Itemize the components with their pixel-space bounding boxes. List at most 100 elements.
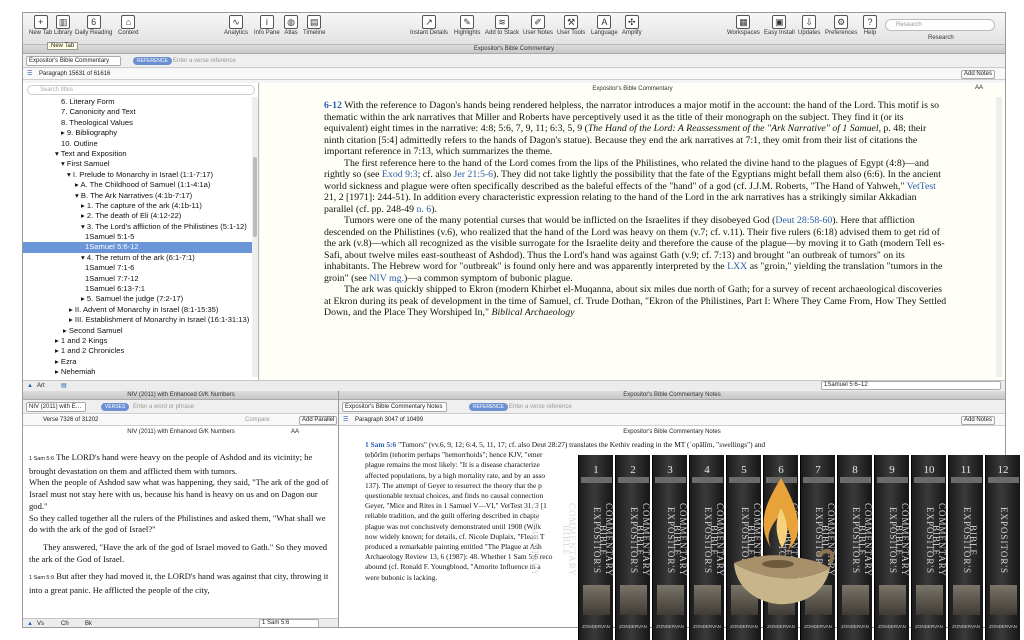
status-reference-field[interactable]: 1Samuel 5:6–12	[821, 381, 1001, 390]
lxx-link[interactable]: LXX	[727, 261, 747, 272]
toolbar-user-tools-button[interactable]: ⚒ User Tools	[557, 15, 585, 36]
top-reference-input[interactable]: Enter a verse reference	[173, 56, 953, 66]
publisher-label: ZONDERVAN	[619, 624, 647, 629]
toolbar-instant-details-button[interactable]: ↗ Instant Details	[410, 15, 448, 36]
reference-pill[interactable]: REFERENCE	[133, 57, 172, 65]
toolbar-atlas-button[interactable]: ◍ Atlas	[284, 15, 298, 36]
cover-image	[842, 585, 869, 615]
verse-nav-button[interactable]: Vs	[37, 619, 44, 627]
toolbar-new-tab-button[interactable]: + New Tab	[29, 15, 52, 36]
toc-item[interactable]: 8. Theological Values	[23, 118, 253, 128]
toc-item[interactable]: ▸ II. Advent of Monarchy in Israel (8:1-…	[23, 305, 253, 315]
toc-item[interactable]: ▸ A. The Childhood of Samuel (1:1-4:1a)	[23, 180, 253, 190]
toc-item[interactable]: ▸ III. Establishment of Monarchy in Isra…	[23, 315, 253, 325]
bible-search-input[interactable]: Enter a word or phrase	[133, 402, 194, 412]
volume-number: 1	[593, 464, 599, 476]
notes-module-select[interactable]: Expositor's Bible Commentary Notes	[342, 402, 447, 412]
verse-ref-label[interactable]: 1 Sam 5:6	[29, 456, 54, 462]
add-parallel-button[interactable]: Add Parallel	[299, 416, 338, 425]
bible-status-reference-field[interactable]: 1 Sam 5:6	[259, 619, 319, 627]
toolbar-add-to-stack-button[interactable]: ≋ Add to Stack	[485, 15, 519, 36]
toc-item[interactable]: ▸ Second Samuel	[23, 326, 253, 336]
toc-item[interactable]: ▾ B. The Ark Narratives (4:1b-7:17)	[23, 191, 253, 201]
toolbar-context-button[interactable]: ⌂ Context	[118, 15, 139, 36]
notes-add-notes-button[interactable]: Add Notes	[961, 416, 996, 425]
toolbar-amplify-button[interactable]: ✣ Amplify	[622, 15, 642, 36]
bible-search-bar: NIV (2011) with E… VERSES Enter a word o…	[23, 400, 338, 414]
nav-up-icon[interactable]: ▲	[27, 619, 33, 627]
toolbar-highlights-button[interactable]: ✎ Highlights	[454, 15, 480, 36]
top-status-bar: ▲ Art ▤ 1Samuel 5:6–12	[23, 380, 1005, 391]
bookmark-icon[interactable]: ▤	[61, 381, 67, 391]
verse-ref-label[interactable]: 1 Sam 5:9	[29, 575, 54, 581]
toolbar-analytics-button[interactable]: ∿ Analytics	[224, 15, 248, 36]
note-link[interactable]: n. 6	[417, 204, 432, 215]
notes-reference-pill[interactable]: REFERENCE	[469, 403, 508, 411]
toc-item[interactable]: 7. Canonicity and Text	[23, 107, 253, 117]
toc-item[interactable]: ▸ 1 and 2 Chronicles	[23, 346, 253, 356]
toolbar-timeline-button[interactable]: ▤ Timeline	[303, 15, 325, 36]
chapter-nav-button[interactable]: Ch	[61, 619, 69, 627]
toc-item[interactable]: 1Samuel 6:13-7:1	[23, 284, 253, 294]
bible-module-select[interactable]: NIV (2011) with E…	[26, 402, 86, 412]
toolbar-updates-button[interactable]: ⇩ Updates	[798, 15, 820, 36]
art-label[interactable]: Art	[37, 381, 45, 391]
book-spine: 12 EXPOSITOR'S BIBLE COMMENTARY ZONDERVAN	[937, 455, 1020, 640]
toolbar-daily-reading-button[interactable]: 6 Daily Reading	[75, 15, 112, 36]
exod-link[interactable]: Exod 9:3	[382, 169, 418, 180]
vettest-link[interactable]: VetTest	[907, 181, 936, 192]
toc-item[interactable]: ▸ 1. The capture of the ark (4:1b-11)	[23, 201, 253, 211]
bible-font-size-button[interactable]: AA	[291, 429, 299, 435]
toc-item[interactable]: 6. Literary Form	[23, 97, 253, 107]
toc-item[interactable]: ▸ Nehemiah	[23, 367, 253, 377]
toc-item[interactable]: ▾ 4. The return of the ark (6:1-7:1)	[23, 253, 253, 263]
toolbar-library-button[interactable]: ▥ Library	[54, 15, 72, 36]
niv-mg-link[interactable]: NIV mg.	[369, 273, 404, 284]
toc-item[interactable]: 10. Outline	[23, 139, 253, 149]
font-size-button[interactable]: AA	[975, 85, 983, 91]
jer-link[interactable]: Jer 21:5-6	[454, 169, 493, 180]
toolbar-help-button[interactable]: ? Help	[863, 15, 877, 36]
toc-item[interactable]: ▸ Ezra	[23, 357, 253, 367]
notes-reference-input[interactable]: Enter a verse reference	[509, 402, 572, 412]
research-search-input[interactable]: Research	[885, 19, 995, 31]
toc-scrollbar[interactable]	[252, 97, 258, 377]
list-icon[interactable]: ☰	[27, 69, 32, 80]
cover-image	[990, 585, 1017, 615]
toc-item[interactable]: ▸ 1 and 2 Kings	[23, 336, 253, 346]
toc-search-input[interactable]: Search titles	[27, 85, 255, 95]
toolbar-easy-install-button[interactable]: ▣ Easy Install	[764, 15, 795, 36]
toc-item[interactable]: ▾ 3. The Lord's affliction of the Philis…	[23, 222, 253, 232]
notes-content-title: Expositor's Bible Commentary Notes	[623, 429, 721, 435]
toc-item[interactable]: ▸ 5. Samuel the judge (7:2-17)	[23, 294, 253, 304]
toolbar-workspaces-button[interactable]: ▦ Workspaces	[727, 15, 760, 36]
commentary-scrollbar[interactable]	[996, 97, 1002, 377]
toc-item[interactable]: ▾ I. Prelude to Monarchy in Israel (1:1-…	[23, 170, 253, 180]
toc-item[interactable]: ▸ 9. Bibliography	[23, 128, 253, 138]
new-tab-tooltip: New Tab	[47, 42, 79, 50]
list-icon[interactable]: ☰	[343, 415, 348, 426]
toc-item[interactable]: 1Samuel 5:6-12	[23, 242, 253, 253]
toc-item[interactable]: ▾ First Samuel	[23, 159, 253, 169]
toc-item[interactable]: 1Samuel 7:1-6	[23, 263, 253, 273]
toolbar-user-notes-button[interactable]: ✐ User Notes	[523, 15, 553, 36]
toolbar-language-button[interactable]: A Language	[591, 15, 618, 36]
nav-up-icon[interactable]: ▲	[27, 381, 33, 391]
timeline-icon: ▤	[307, 15, 322, 29]
top-module-select[interactable]: Expositor's Bible Commentary	[26, 56, 121, 66]
toolbar-info-pane-button[interactable]: i Info Pane	[254, 15, 280, 36]
toc-item[interactable]: ▸ 2. The death of Eli (4:12-22)	[23, 211, 253, 221]
cover-image	[916, 585, 943, 615]
add-notes-button[interactable]: Add Notes	[961, 70, 996, 79]
compare-checkbox[interactable]: Compare	[245, 415, 270, 426]
toc-scrollbar-thumb[interactable]	[253, 157, 257, 237]
deut-link[interactable]: Deut 28:58-60	[775, 215, 832, 226]
toc-item[interactable]: 1Samuel 5:1-5	[23, 232, 253, 242]
toolbar-preferences-button[interactable]: ⚙ Preferences	[825, 15, 857, 36]
note-ref-link[interactable]: 1 Sam 5:6	[365, 440, 396, 449]
verse-range-link[interactable]: 6-12	[324, 100, 342, 111]
toc-item[interactable]: 1Samuel 7:7-12	[23, 274, 253, 284]
toc-item[interactable]: ▾ Text and Exposition	[23, 149, 253, 159]
verses-pill[interactable]: VERSES	[101, 403, 130, 411]
book-nav-button[interactable]: Bk	[85, 619, 92, 627]
